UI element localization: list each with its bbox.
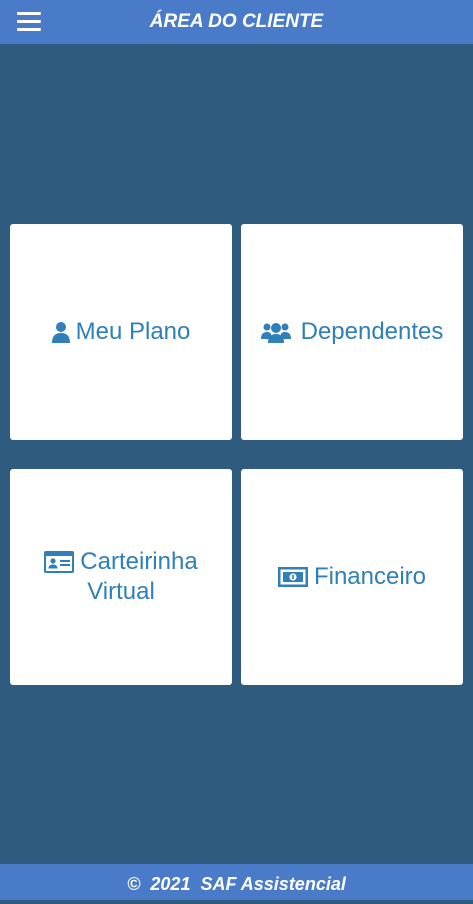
money-bill-icon: [277, 567, 308, 587]
id-card-icon: [44, 551, 75, 573]
footer: © 2021 SAF Assistencial: [0, 864, 473, 900]
copyright-text: © 2021 SAF Assistencial: [127, 874, 346, 894]
carteirinha-label: Carteirinha: [80, 548, 198, 575]
financeiro-tile[interactable]: Financeiro: [241, 469, 463, 685]
financeiro-label: Financeiro: [313, 563, 427, 590]
virtual-label: Virtual: [87, 578, 155, 605]
user-icon: [51, 322, 70, 343]
app-header: ÁREA DO CLIENTE: [0, 0, 473, 44]
meu-plano-label: Meu Plano: [75, 318, 191, 345]
dependentes-tile[interactable]: Dependentes: [241, 224, 463, 440]
meu-plano-tile[interactable]: Meu Plano: [10, 224, 232, 440]
carteirinha-virtual-tile[interactable]: Carteirinha Virtual: [10, 469, 232, 685]
users-group-icon: [260, 323, 291, 343]
dependentes-label: Dependentes: [300, 318, 444, 345]
page-title: ÁREA DO CLIENTE: [149, 11, 324, 32]
